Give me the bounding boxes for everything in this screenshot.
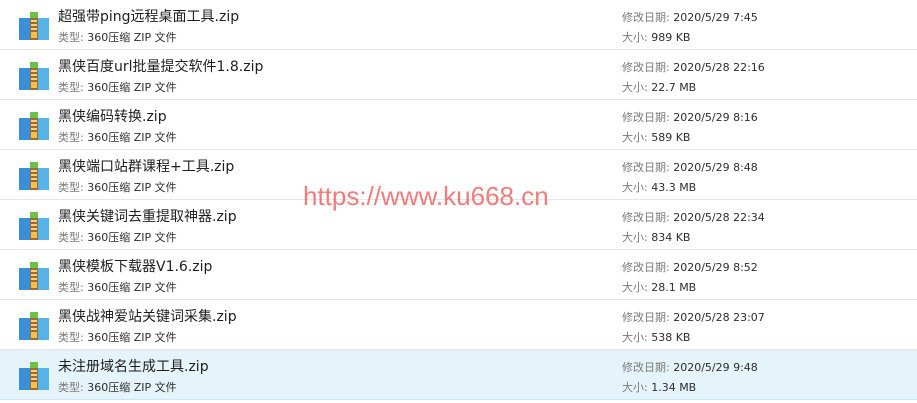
file-name: 黑侠百度url批量提交软件1.8.zip [58, 59, 264, 75]
file-name: 超强带ping远程桌面工具.zip [58, 9, 240, 25]
file-modified: 修改日期: 2020/5/28 22:34 [622, 211, 765, 224]
file-name: 未注册域名生成工具.zip [58, 359, 209, 375]
zip-archive-icon [17, 258, 51, 292]
file-type: 类型: 360压缩 ZIP 文件 [58, 181, 177, 194]
file-row[interactable]: 黑侠端口站群课程+工具.zip 类型: 360压缩 ZIP 文件 修改日期: 2… [0, 150, 917, 200]
file-modified: 修改日期: 2020/5/29 8:48 [622, 161, 758, 174]
zip-archive-icon [17, 8, 51, 42]
file-name: 黑侠战神爱站关键词采集.zip [58, 309, 237, 325]
file-type: 类型: 360压缩 ZIP 文件 [58, 31, 177, 44]
file-type: 类型: 360压缩 ZIP 文件 [58, 131, 177, 144]
file-modified: 修改日期: 2020/5/29 9:48 [622, 361, 758, 374]
file-name: 黑侠关键词去重提取神器.zip [58, 209, 237, 225]
file-type: 类型: 360压缩 ZIP 文件 [58, 281, 177, 294]
zip-archive-icon [17, 308, 51, 342]
file-name: 黑侠端口站群课程+工具.zip [58, 159, 235, 175]
file-name: 黑侠模板下载器V1.6.zip [58, 259, 213, 275]
file-row[interactable]: 黑侠编码转换.zip 类型: 360压缩 ZIP 文件 修改日期: 2020/5… [0, 100, 917, 150]
zip-archive-icon [17, 108, 51, 142]
file-size: 大小: 834 KB [622, 231, 691, 244]
file-modified: 修改日期: 2020/5/28 23:07 [622, 311, 765, 324]
file-name: 黑侠编码转换.zip [58, 109, 167, 125]
file-modified: 修改日期: 2020/5/29 7:45 [622, 11, 758, 24]
file-row[interactable]: 黑侠模板下载器V1.6.zip 类型: 360压缩 ZIP 文件 修改日期: 2… [0, 250, 917, 300]
file-row[interactable]: 黑侠百度url批量提交软件1.8.zip 类型: 360压缩 ZIP 文件 修改… [0, 50, 917, 100]
file-list: 超强带ping远程桌面工具.zip 类型: 360压缩 ZIP 文件 修改日期:… [0, 0, 917, 400]
file-modified: 修改日期: 2020/5/28 22:16 [622, 61, 765, 74]
file-row[interactable]: 黑侠关键词去重提取神器.zip 类型: 360压缩 ZIP 文件 修改日期: 2… [0, 200, 917, 250]
zip-archive-icon [17, 58, 51, 92]
file-size: 大小: 43.3 MB [622, 181, 697, 194]
file-row[interactable]: 黑侠战神爱站关键词采集.zip 类型: 360压缩 ZIP 文件 修改日期: 2… [0, 300, 917, 350]
file-size: 大小: 589 KB [622, 131, 691, 144]
file-size: 大小: 1.34 MB [622, 381, 697, 394]
file-type: 类型: 360压缩 ZIP 文件 [58, 381, 177, 394]
file-row-selected[interactable]: 未注册域名生成工具.zip 类型: 360压缩 ZIP 文件 修改日期: 202… [0, 350, 917, 400]
file-modified: 修改日期: 2020/5/29 8:52 [622, 261, 758, 274]
file-size: 大小: 28.1 MB [622, 281, 697, 294]
zip-archive-icon [17, 358, 51, 392]
zip-archive-icon [17, 208, 51, 242]
file-size: 大小: 22.7 MB [622, 81, 697, 94]
zip-archive-icon [17, 158, 51, 192]
file-type: 类型: 360压缩 ZIP 文件 [58, 331, 177, 344]
file-row[interactable]: 超强带ping远程桌面工具.zip 类型: 360压缩 ZIP 文件 修改日期:… [0, 0, 917, 50]
file-type: 类型: 360压缩 ZIP 文件 [58, 81, 177, 94]
file-type: 类型: 360压缩 ZIP 文件 [58, 231, 177, 244]
file-size: 大小: 538 KB [622, 331, 691, 344]
file-size: 大小: 989 KB [622, 31, 691, 44]
file-modified: 修改日期: 2020/5/29 8:16 [622, 111, 758, 124]
